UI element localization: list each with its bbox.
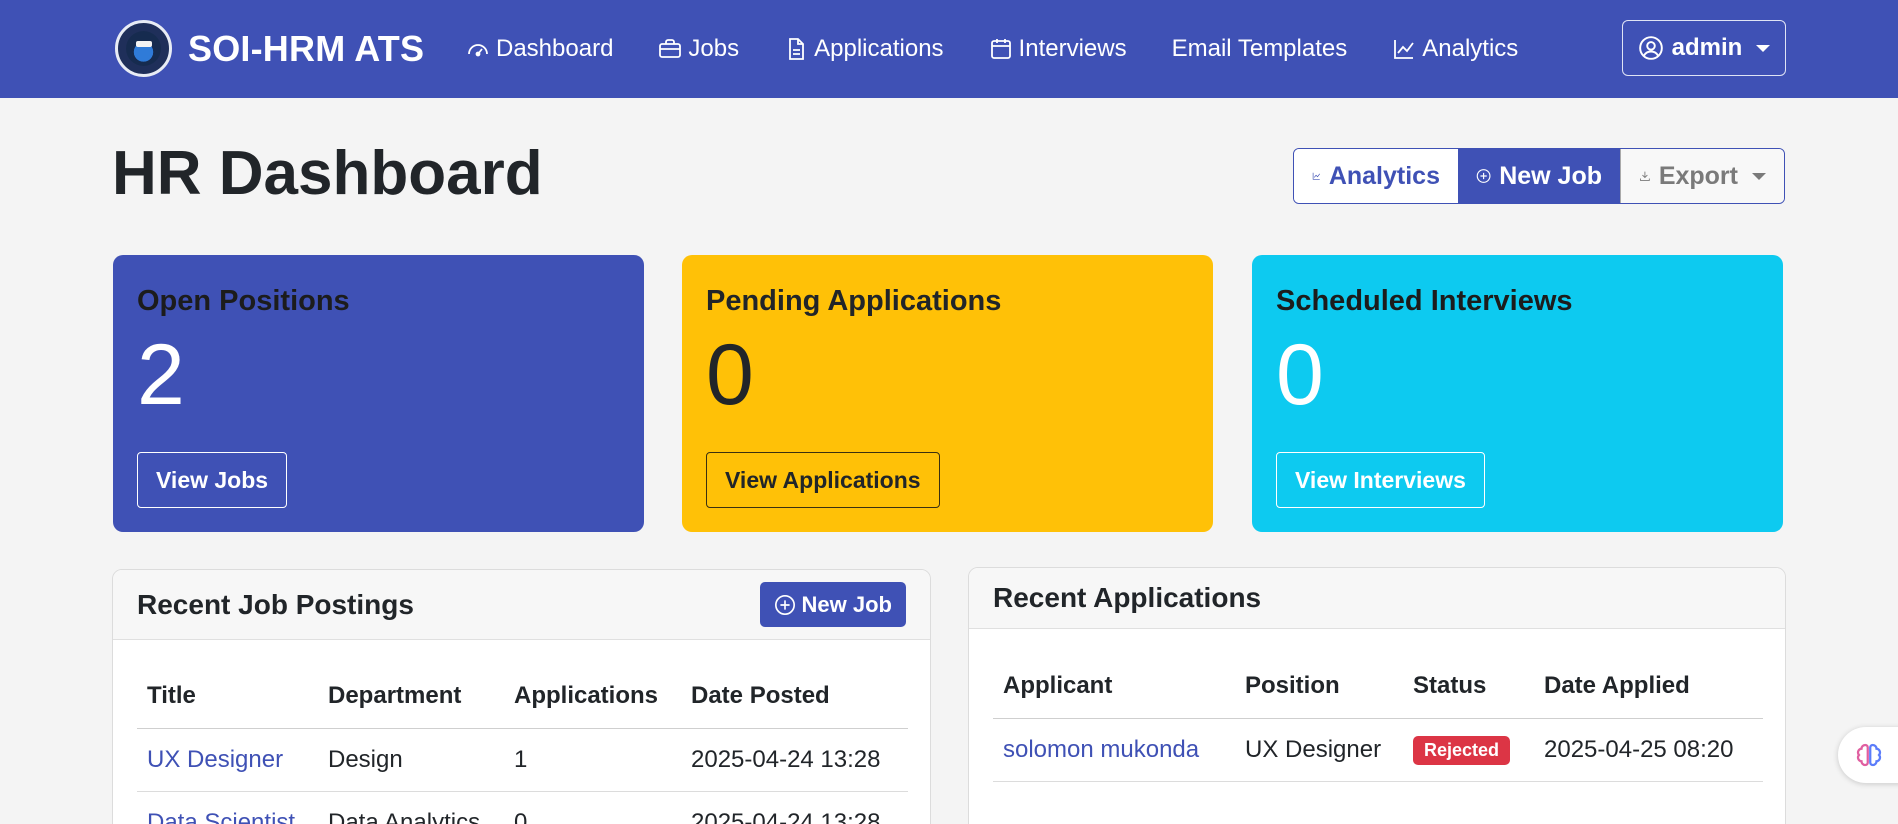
column-header: Status [1403,654,1534,719]
job-title-link[interactable]: UX Designer [137,728,318,792]
chevron-down-icon [1756,44,1771,52]
table-row: solomon mukonda UX Designer Rejected 202… [993,718,1763,782]
stat-card-title: Pending Applications [706,285,1002,317]
nav-item-label: Applications [814,35,944,62]
plus-circle-icon [774,594,795,615]
header-actions: Analytics New Job Export [1293,148,1785,204]
table-row: Data Scientist Data Analytics 0 2025-04-… [137,791,908,824]
top-navbar: SOI-HRM ATS Dashboard Jobs Applications … [0,0,1898,98]
user-circle-icon [1638,36,1663,60]
stat-card-title: Scheduled Interviews [1276,285,1573,317]
panel-title: Recent Job Postings [137,588,414,620]
stat-card-value: 2 [137,327,185,423]
nav-links: Dashboard Jobs Applications Interviews E… [466,0,1563,98]
table-cell: Data Analytics [318,791,504,824]
new-job-button[interactable]: New Job [1458,149,1620,203]
panel-header: Recent Job Postings New Job [113,570,930,640]
nav-item-email-templates[interactable]: Email Templates [1172,35,1371,63]
panel-title: Recent Applications [993,582,1262,613]
job-title-link[interactable]: Data Scientist [137,791,318,824]
download-icon [1640,171,1650,181]
brand[interactable]: SOI-HRM ATS [115,20,424,77]
recent-jobs-panel: Recent Job Postings New Job Title Depart… [112,569,931,824]
speedometer-icon [468,44,488,57]
nav-item-analytics[interactable]: Analytics [1392,35,1541,63]
analytics-button-label: Analytics [1328,161,1440,190]
new-job-button[interactable]: New Job [759,582,906,627]
nav-item-interviews[interactable]: Interviews [989,35,1150,63]
stat-card-open-positions: Open Positions 2 View Jobs [113,255,644,532]
brand-logo [115,20,172,77]
table-cell: 2025-04-24 13:28 [681,728,908,792]
column-header: Applications [504,664,681,729]
chevron-down-icon [1752,172,1766,180]
table-header-row: Applicant Position Status Date Applied [993,654,1763,719]
column-header: Date Posted [681,664,908,729]
status-badge: Rejected [1413,735,1511,765]
line-chart-icon [1394,40,1414,59]
table-cell: Design [318,728,504,792]
table-cell: 0 [504,791,681,824]
export-button-label: Export [1658,161,1738,190]
document-icon [789,38,805,60]
stat-card-value: 0 [1276,327,1324,423]
assistant-button[interactable] [1838,727,1898,783]
page-title: HR Dashboard [112,139,543,208]
recent-jobs-table: Title Department Applications Date Poste… [137,664,908,824]
nav-item-label: Analytics [1422,35,1519,62]
column-header: Title [137,664,318,729]
table-cell: 2025-04-24 13:28 [681,791,908,824]
new-job-button-label: New Job [1499,161,1602,190]
table-cell: UX Designer [1235,718,1403,782]
nav-item-applications[interactable]: Applications [784,35,966,63]
view-jobs-button[interactable]: View Jobs [137,452,288,508]
recent-applications-table: Applicant Position Status Date Applied s… [993,654,1763,782]
applicant-link[interactable]: solomon mukonda [993,718,1235,782]
briefcase-icon [659,39,682,58]
plus-circle-icon [1476,169,1491,183]
table-cell: Rejected [1403,718,1534,782]
view-applications-button[interactable]: View Applications [706,452,940,508]
nav-item-jobs[interactable]: Jobs [658,35,762,63]
nav-item-label: Interviews [1018,35,1127,62]
stat-card-pending-applications: Pending Applications 0 View Applications [682,255,1213,532]
view-interviews-button[interactable]: View Interviews [1276,452,1485,508]
brain-icon [1856,743,1882,767]
table-cell: 1 [504,728,681,792]
nav-item-label: Jobs [688,35,740,62]
column-header: Applicant [993,654,1235,719]
recent-applications-panel: Recent Applications Applicant Position S… [968,567,1786,824]
column-header: Department [318,664,504,729]
nav-item-dashboard[interactable]: Dashboard [466,35,636,63]
stat-card-value: 0 [706,327,754,423]
panel-header: Recent Applications [969,568,1785,629]
calendar-icon [990,39,1011,59]
export-dropdown-button[interactable]: Export [1620,149,1784,203]
analytics-button[interactable]: Analytics [1294,149,1458,203]
stat-card-title: Open Positions [137,285,350,317]
table-header-row: Title Department Applications Date Poste… [137,664,908,729]
new-job-button-label: New Job [801,591,892,617]
table-row: UX Designer Design 1 2025-04-24 13:28 [137,728,908,792]
stat-card-scheduled-interviews: Scheduled Interviews 0 View Interviews [1252,255,1783,532]
column-header: Date Applied [1534,654,1763,719]
user-menu-button[interactable]: admin [1622,20,1786,76]
brand-name: SOI-HRM ATS [188,27,425,69]
nav-item-label: Email Templates [1171,35,1348,62]
user-name: admin [1671,34,1743,61]
line-chart-icon [1312,172,1320,180]
nav-item-label: Dashboard [496,35,614,62]
table-cell: 2025-04-25 08:20 [1534,718,1763,782]
column-header: Position [1235,654,1403,719]
